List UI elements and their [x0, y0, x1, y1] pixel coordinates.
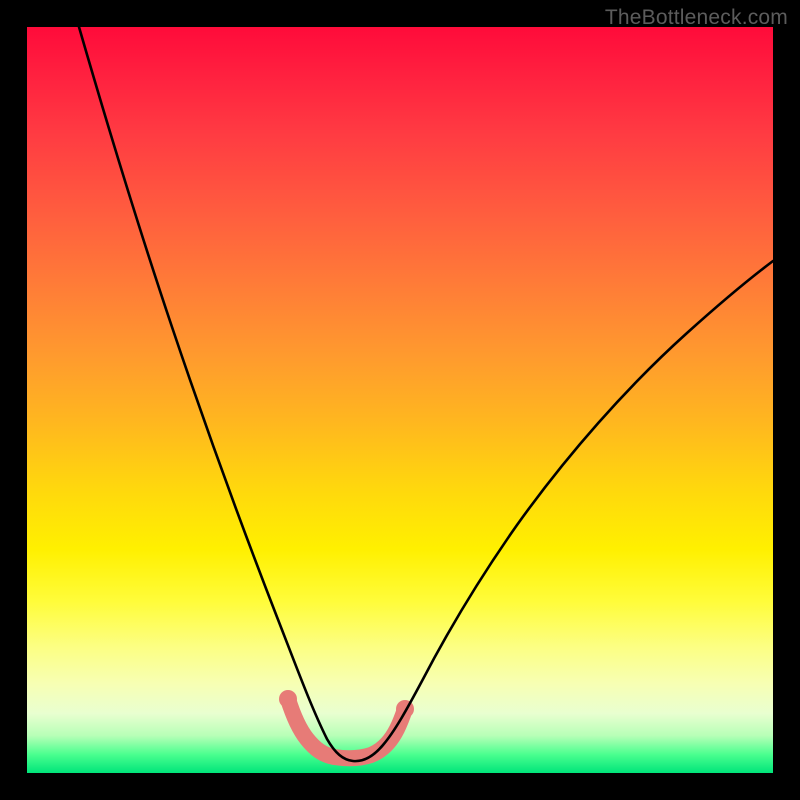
plot-area — [27, 27, 773, 773]
highlight-dot-left — [279, 690, 297, 708]
highlight-band — [288, 699, 405, 758]
outer-frame: TheBottleneck.com — [0, 0, 800, 800]
chart-svg — [27, 27, 773, 773]
black-curve — [79, 27, 773, 761]
